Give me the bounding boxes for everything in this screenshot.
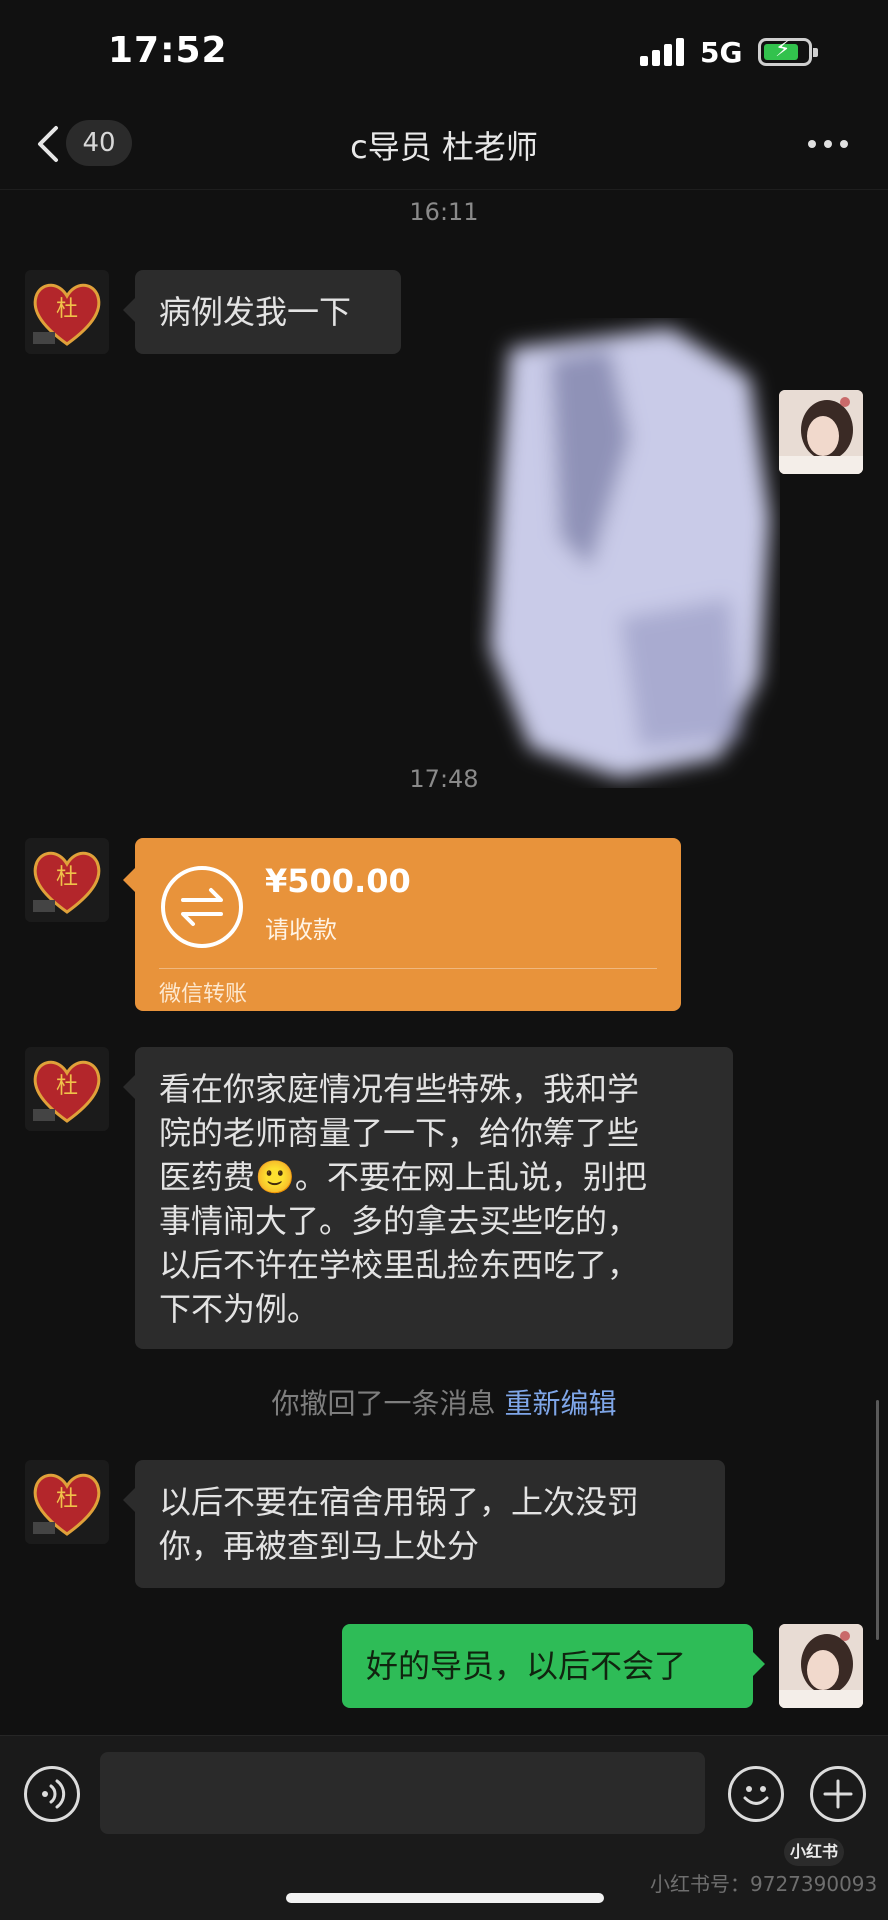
emoji-icon (743, 1786, 769, 1805)
message-input[interactable] (100, 1752, 705, 1834)
transfer-amount: ¥500.00 (265, 862, 411, 900)
message-line: 院的老师商量了一下，给你筹了些 (159, 1114, 640, 1152)
status-bar: 17:52 5G ⚡ (0, 0, 888, 100)
timestamp: 17:48 (409, 765, 479, 793)
transfer-card[interactable]: ¥500.00 请收款 微信转账 (123, 838, 681, 1011)
voice-input-button[interactable] (24, 1766, 80, 1822)
transfer-exchange-icon (161, 866, 243, 948)
timestamp: 16:11 (409, 198, 479, 226)
message-text: 病例发我一下 (159, 293, 352, 331)
recall-notice: 你撤回了一条消息 重新编辑 (0, 1382, 888, 1422)
status-time: 17:52 (108, 30, 228, 71)
message-text: 好的导员，以后不会了 (366, 1647, 687, 1685)
blurred-photo[interactable] (470, 318, 780, 788)
avatar-teacher[interactable]: 杜 (25, 1047, 109, 1131)
avatar-label: 杜 (56, 865, 78, 890)
network-type: 5G (700, 36, 743, 69)
transfer-status: 请收款 (265, 916, 337, 944)
message-line: 以后不要在宿舍用锅了，上次没罚 (159, 1483, 640, 1521)
message-bubble-sent[interactable]: 好的导员，以后不会了 (342, 1624, 765, 1708)
plus-icon (823, 1779, 853, 1809)
signal-icon (640, 36, 686, 66)
message-line: 以后不许在学校里乱捡东西吃了， (159, 1246, 640, 1284)
message-line: 事情闹大了。多的拿去买些吃的， (159, 1202, 640, 1240)
avatar-label: 杜 (56, 297, 78, 322)
home-indicator[interactable] (286, 1893, 604, 1903)
message-bubble[interactable]: 病例发我一下 (123, 270, 401, 354)
chat-title: c导员 杜老师 (350, 128, 538, 166)
avatar-label: 杜 (56, 1074, 78, 1099)
voice-icon (42, 1779, 66, 1809)
message-bubble[interactable]: 看在你家庭情况有些特殊，我和学 院的老师商量了一下，给你筹了些 医药费🙂。不要在… (123, 1047, 733, 1349)
xiaohongshu-watermark-logo: 小红书 (784, 1838, 844, 1866)
message-line: 看在你家庭情况有些特殊，我和学 (159, 1070, 640, 1108)
emoji-button[interactable] (728, 1766, 784, 1822)
scrollbar[interactable] (876, 1400, 879, 1640)
more-options-icon[interactable] (808, 140, 848, 150)
battery-icon: ⚡ (758, 37, 818, 66)
avatar-me[interactable] (779, 390, 863, 474)
divider (159, 968, 657, 969)
message-line: 下不为例。 (159, 1290, 320, 1328)
message-line: 你，再被查到马上处分 (159, 1527, 480, 1565)
chat-header: 40 c导员 杜老师 (0, 100, 888, 190)
watermark-id: 小红书号：9727390093 (650, 1872, 878, 1896)
avatar-teacher[interactable]: 杜 (25, 270, 109, 354)
more-functions-button[interactable] (810, 1766, 866, 1822)
avatar-label: 杜 (56, 1487, 78, 1512)
avatar-teacher[interactable]: 杜 (25, 1460, 109, 1544)
avatar-teacher[interactable]: 杜 (25, 838, 109, 922)
re-edit-link[interactable]: 重新编辑 (504, 1387, 616, 1420)
avatar-me[interactable] (779, 1624, 863, 1708)
message-line: 医药费🙂。不要在网上乱说，别把 (159, 1158, 647, 1196)
message-bubble[interactable]: 以后不要在宿舍用锅了，上次没罚 你，再被查到马上处分 (123, 1460, 725, 1588)
recall-text: 你撤回了一条消息 (271, 1387, 496, 1420)
transfer-source-label: 微信转账 (159, 982, 248, 1007)
